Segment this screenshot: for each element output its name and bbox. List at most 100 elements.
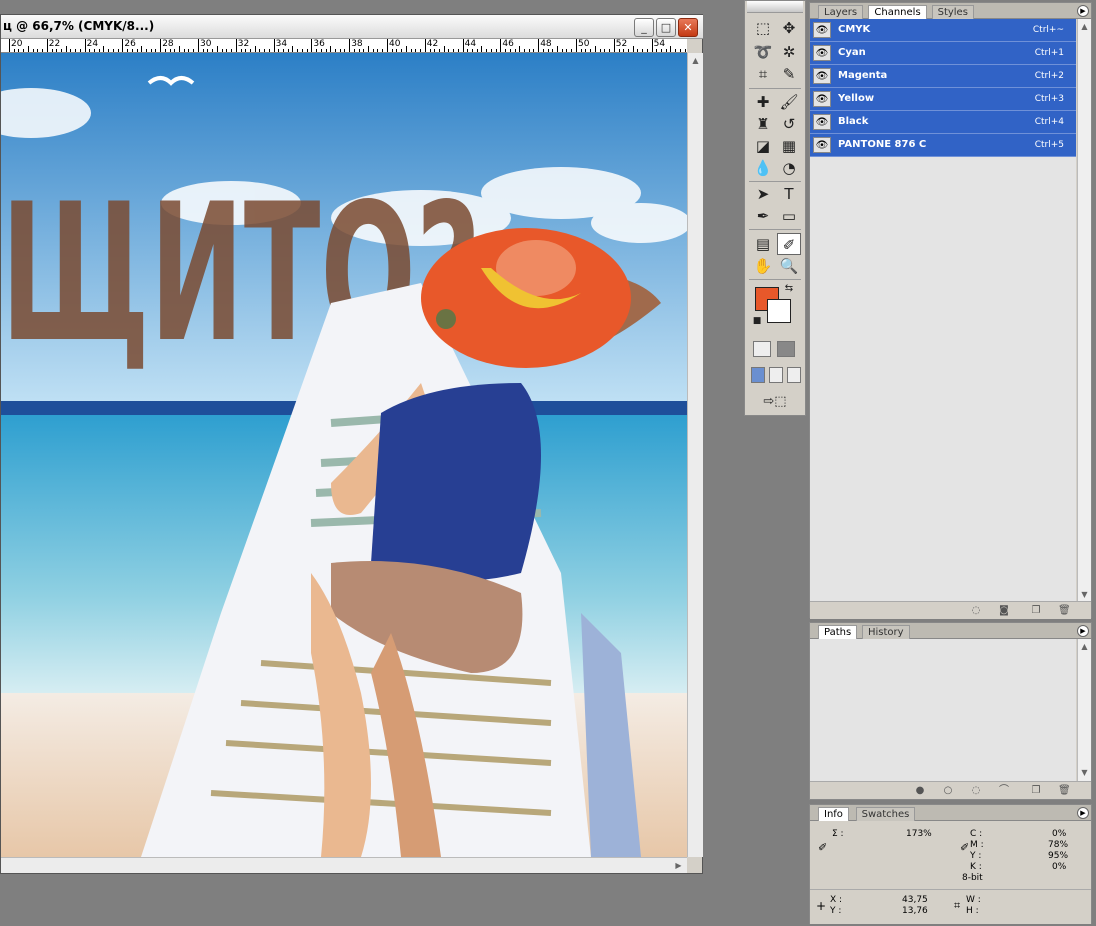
hand-tool-icon[interactable]: ✋ [751,255,775,277]
channel-name: CMYK [838,24,871,35]
panel-menu-icon[interactable]: ▶ [1077,807,1089,819]
scroll-down-arrow[interactable]: ▼ [1078,587,1091,602]
blur-tool-icon[interactable]: 💧 [751,157,775,179]
toolbox-logo[interactable] [747,1,803,13]
marquee-tool-icon[interactable]: ⬚ [751,17,775,39]
standard-mode-button[interactable] [753,341,771,357]
scroll-right-arrow[interactable]: ▶ [671,858,686,873]
scroll-up-arrow[interactable]: ▲ [1078,639,1091,654]
screen-mode-full-button[interactable] [787,367,801,383]
fill-path-icon[interactable]: ● [914,785,926,797]
dodge-tool-icon[interactable]: ◔ [777,157,801,179]
load-selection-icon[interactable]: ◌ [970,605,982,617]
ruler-tick [495,49,497,52]
new-path-icon[interactable]: ❐ [1030,785,1042,797]
ruler-tick [212,49,214,52]
delete-path-icon[interactable]: 🗑 [1058,785,1071,797]
screen-mode-full-menu-button[interactable] [769,367,783,383]
eye-icon[interactable]: 👁 [813,45,831,61]
background-color-swatch[interactable] [767,299,791,323]
eye-icon[interactable]: 👁 [813,68,831,84]
load-path-selection-icon[interactable]: ◌ [970,785,982,797]
horizontal-ruler[interactable]: 2022242628303234363840424446485052545( [1,39,687,53]
document-horizontal-scrollbar[interactable]: ▶ [1,857,687,873]
save-selection-icon[interactable]: ◙ [998,605,1010,617]
ruler-tick [684,49,686,52]
ruler-tick [618,49,620,52]
channel-row-magenta[interactable]: 👁 Magenta Ctrl+2 [810,65,1076,88]
eyedropper-tool-icon[interactable]: ✐ [777,233,801,255]
ruler-tick [108,49,110,52]
ruler-tick [65,46,67,52]
gradient-tool-icon[interactable]: ▦ [777,135,801,157]
healing-brush-tool-icon[interactable]: ✚ [751,91,775,113]
notes-tool-icon[interactable]: ▤ [751,233,775,255]
eye-icon[interactable]: 👁 [813,137,831,153]
channel-row-black[interactable]: 👁 Black Ctrl+4 [810,111,1076,134]
pen-tool-icon[interactable]: ✒ [751,205,775,227]
jump-to-imageready-icon[interactable]: ⇨⬚ [753,391,797,413]
panel-menu-icon[interactable]: ▶ [1077,625,1089,637]
scroll-up-arrow[interactable]: ▲ [688,53,703,68]
new-channel-icon[interactable]: ❐ [1030,605,1042,617]
paths-scrollbar[interactable]: ▲ ▼ [1077,639,1091,781]
move-tool-icon[interactable]: ✥ [777,17,801,39]
slice-tool-icon[interactable]: ✎ [777,63,801,85]
history-brush-tool-icon[interactable]: ↺ [777,113,801,135]
ruler-tick [70,49,72,52]
document-titlebar[interactable]: ц @ 66,7% (CMYK/8...) _ □ ✕ [1,15,703,39]
quick-mask-button[interactable] [777,341,795,357]
x-value: 43,75 [902,895,928,905]
eye-icon[interactable]: 👁 [813,114,831,130]
stroke-path-icon[interactable]: ○ [942,785,954,797]
make-work-path-icon[interactable]: ⌒ [998,785,1010,797]
ruler-label: 38 [351,39,363,49]
delete-channel-icon[interactable]: 🗑 [1058,605,1071,617]
ruler-tick [410,49,412,52]
channel-row-cmyk[interactable]: 👁 CMYK Ctrl+~ [810,19,1076,42]
channel-row-pantone-876-c[interactable]: 👁 PANTONE 876 C Ctrl+5 [810,134,1076,157]
document-window[interactable]: ц @ 66,7% (CMYK/8...) _ □ ✕ 20 22 24 26 28 30… [0,14,703,874]
tab-styles[interactable]: Styles [931,5,974,19]
zoom-tool-icon[interactable]: 🔍 [777,255,801,277]
eraser-tool-icon[interactable]: ◪ [751,135,775,157]
screen-mode-standard-button[interactable] [751,367,765,383]
crop-tool-icon[interactable]: ⌗ [751,63,775,85]
channel-row-cyan[interactable]: 👁 Cyan Ctrl+1 [810,42,1076,65]
ruler-tick [401,49,403,52]
path-select-tool-icon[interactable]: ➤ [751,183,775,205]
ruler-tick [273,39,275,52]
magic-wand-tool-icon[interactable]: ✲ [777,41,801,63]
scroll-up-arrow[interactable]: ▲ [1078,19,1091,34]
maximize-button[interactable]: □ [656,18,676,37]
document-vertical-scrollbar[interactable]: ▲ [687,53,703,857]
eye-icon[interactable]: 👁 [813,91,831,107]
ruler-tick [221,49,223,52]
scroll-down-arrow[interactable]: ▼ [1078,765,1091,780]
default-colors-icon[interactable]: ■ [751,315,763,327]
lasso-tool-icon[interactable]: ➰ [751,41,775,63]
tab-layers[interactable]: Layers [818,5,864,19]
stamp-tool-icon[interactable]: ♜ [751,113,775,135]
panel-menu-icon[interactable]: ▶ [1077,5,1089,17]
tab-paths[interactable]: Paths [818,625,858,639]
ruler-tick [438,49,440,52]
brush-tool-icon[interactable]: 🖌 [777,91,801,113]
height-label: H : [966,906,979,916]
swap-colors-icon[interactable]: ⇆ [781,281,797,297]
ruler-tick [207,49,209,52]
eye-icon[interactable]: 👁 [813,22,831,38]
channel-row-yellow[interactable]: 👁 Yellow Ctrl+3 [810,88,1076,111]
document-canvas[interactable]: ЩИТО? [1,53,687,857]
tab-info[interactable]: Info [818,807,849,821]
minimize-button[interactable]: _ [634,18,654,37]
ruler-tick [254,46,256,52]
tab-channels[interactable]: Channels [868,5,927,19]
tab-history[interactable]: History [862,625,910,639]
shape-tool-icon[interactable]: ▭ [777,205,801,227]
close-button[interactable]: ✕ [678,18,698,37]
tab-swatches[interactable]: Swatches [855,807,916,821]
black-label: K : [970,862,982,872]
channels-scrollbar[interactable]: ▲ ▼ [1077,19,1091,603]
type-tool-icon[interactable]: T [777,183,801,205]
